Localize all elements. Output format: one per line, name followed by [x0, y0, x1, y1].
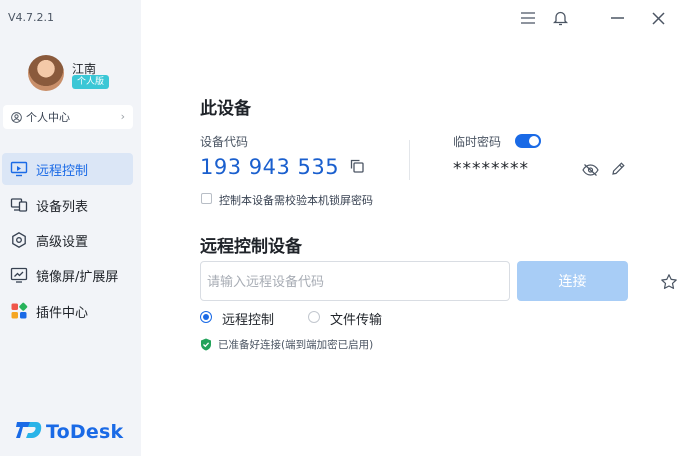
copy-icon[interactable]	[349, 158, 365, 174]
temp-password-toggle[interactable]	[515, 134, 541, 148]
sidebar-item-label: 插件中心	[36, 305, 89, 321]
temp-password-label: 临时密码	[453, 135, 502, 149]
mode-label-file-transfer: 文件传输	[330, 313, 383, 328]
temp-password-value: ********	[453, 159, 529, 179]
user-circle-icon	[11, 111, 22, 123]
version-label: V4.7.2.1	[8, 11, 55, 24]
todesk-logo: ToDesk	[16, 419, 123, 445]
devices-icon	[9, 195, 29, 215]
menu-icon[interactable]	[518, 8, 538, 28]
sidebar-item-remote-control[interactable]: 远程控制	[2, 153, 133, 185]
lock-screen-password-checkbox[interactable]	[201, 193, 212, 204]
connect-button[interactable]: 连接	[517, 261, 628, 301]
personal-center-button[interactable]: 个人中心 ›	[3, 105, 133, 129]
sidebar-item-plugin-center[interactable]: 插件中心	[2, 295, 133, 327]
minimize-icon[interactable]	[607, 8, 627, 28]
lock-screen-password-label: 控制本设备需校验本机锁屏密码	[219, 194, 373, 207]
plan-badge: 个人版	[72, 75, 110, 89]
sidebar-item-advanced-settings[interactable]: 高级设置	[2, 224, 133, 256]
mode-radio-file-transfer[interactable]	[308, 311, 320, 323]
remote-code-input[interactable]	[207, 271, 447, 293]
logo-text: ToDesk	[46, 421, 124, 443]
connection-status: 已准备好连接(端到端加密已启用)	[200, 337, 373, 352]
sidebar-item-mirror-extend[interactable]: 镜像屏/扩展屏	[2, 259, 133, 291]
remote-code-field	[200, 261, 677, 301]
sidebar-item-label: 镜像屏/扩展屏	[36, 269, 119, 285]
device-code: 193 943 535	[200, 155, 340, 179]
mode-radio-remote-control[interactable]	[200, 311, 212, 323]
divider	[409, 140, 410, 180]
edit-icon[interactable]	[611, 161, 626, 176]
mirror-screen-icon	[9, 265, 29, 285]
remote-control-title: 远程控制设备	[200, 237, 302, 257]
sidebar-item-label: 设备列表	[36, 199, 89, 215]
shield-check-icon	[200, 338, 212, 351]
sidebar: V4.7.2.1 江南 个人版 个人中心 › 远程控制 设备列表 高级设置 镜像…	[0, 0, 141, 456]
sidebar-item-label: 远程控制	[36, 163, 89, 179]
device-code-label: 设备代码	[200, 135, 249, 149]
personal-center-label: 个人中心	[26, 111, 70, 124]
this-device-title: 此设备	[200, 99, 251, 119]
sidebar-item-device-list[interactable]: 设备列表	[2, 189, 133, 221]
monitor-icon	[9, 159, 29, 179]
star-icon[interactable]	[660, 273, 678, 291]
todesk-logo-icon	[16, 419, 42, 445]
close-icon[interactable]	[648, 8, 668, 28]
bell-icon[interactable]	[550, 8, 570, 28]
settings-icon	[9, 230, 29, 250]
avatar[interactable]	[28, 55, 64, 91]
sidebar-item-label: 高级设置	[36, 234, 89, 250]
plugins-icon	[9, 301, 29, 321]
eye-off-icon[interactable]	[582, 162, 599, 176]
chevron-right-icon: ›	[120, 110, 125, 123]
status-text: 已准备好连接(端到端加密已启用)	[218, 339, 374, 351]
mode-label-remote-control: 远程控制	[222, 313, 275, 328]
